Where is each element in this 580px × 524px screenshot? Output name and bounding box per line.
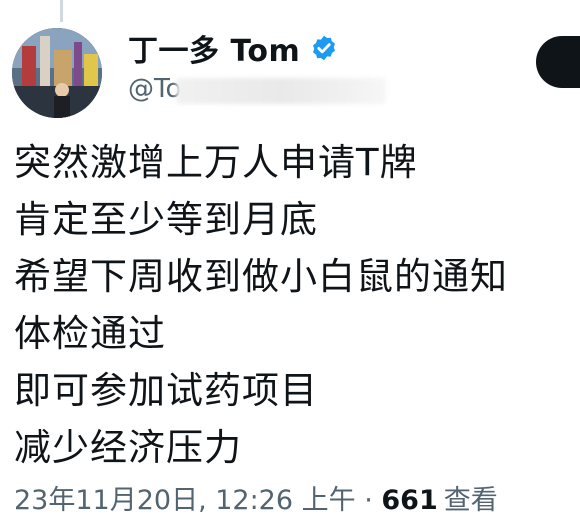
tweet-line: 肯定至少等到月底 bbox=[14, 198, 318, 241]
tweet-header: 丁一多 Tom @To bbox=[128, 26, 388, 108]
follow-button[interactable] bbox=[536, 36, 580, 88]
tweet-line: 减少经济压力 bbox=[14, 426, 242, 469]
views-count: 661 bbox=[381, 485, 438, 516]
handle-row: @To bbox=[128, 74, 388, 108]
tweet-line: 体检通过 bbox=[14, 312, 166, 355]
name-row: 丁一多 Tom bbox=[128, 26, 388, 70]
meta-separator: · bbox=[355, 485, 382, 516]
user-handle[interactable]: @To bbox=[128, 74, 181, 104]
tweet-timestamp[interactable]: 23年11月20日, 12:26 上午 bbox=[14, 485, 356, 516]
tweet-line: 突然激增上万人申请T牌 bbox=[14, 141, 418, 184]
handle-redaction-blur bbox=[176, 78, 386, 104]
tweet-meta: 23年11月20日, 12:26 上午 · 661 查看 bbox=[14, 478, 498, 517]
tweet-card: 丁一多 Tom @To 突然激增上万人申请T牌 肯定至少等到月底 希望下周收到做… bbox=[0, 0, 580, 524]
views-label: 查看 bbox=[443, 485, 498, 516]
avatar[interactable] bbox=[12, 28, 102, 118]
profile-avatar-photo bbox=[12, 28, 102, 118]
tweet-line: 即可参加试药项目 bbox=[14, 369, 318, 412]
tweet-line: 希望下周收到做小白鼠的通知 bbox=[14, 255, 508, 298]
thread-connector-line bbox=[60, 0, 63, 22]
display-name[interactable]: 丁一多 Tom bbox=[128, 26, 300, 70]
tweet-text: 突然激增上万人申请T牌 肯定至少等到月底 希望下周收到做小白鼠的通知 体检通过 … bbox=[14, 134, 570, 476]
verified-badge-icon bbox=[310, 34, 338, 62]
